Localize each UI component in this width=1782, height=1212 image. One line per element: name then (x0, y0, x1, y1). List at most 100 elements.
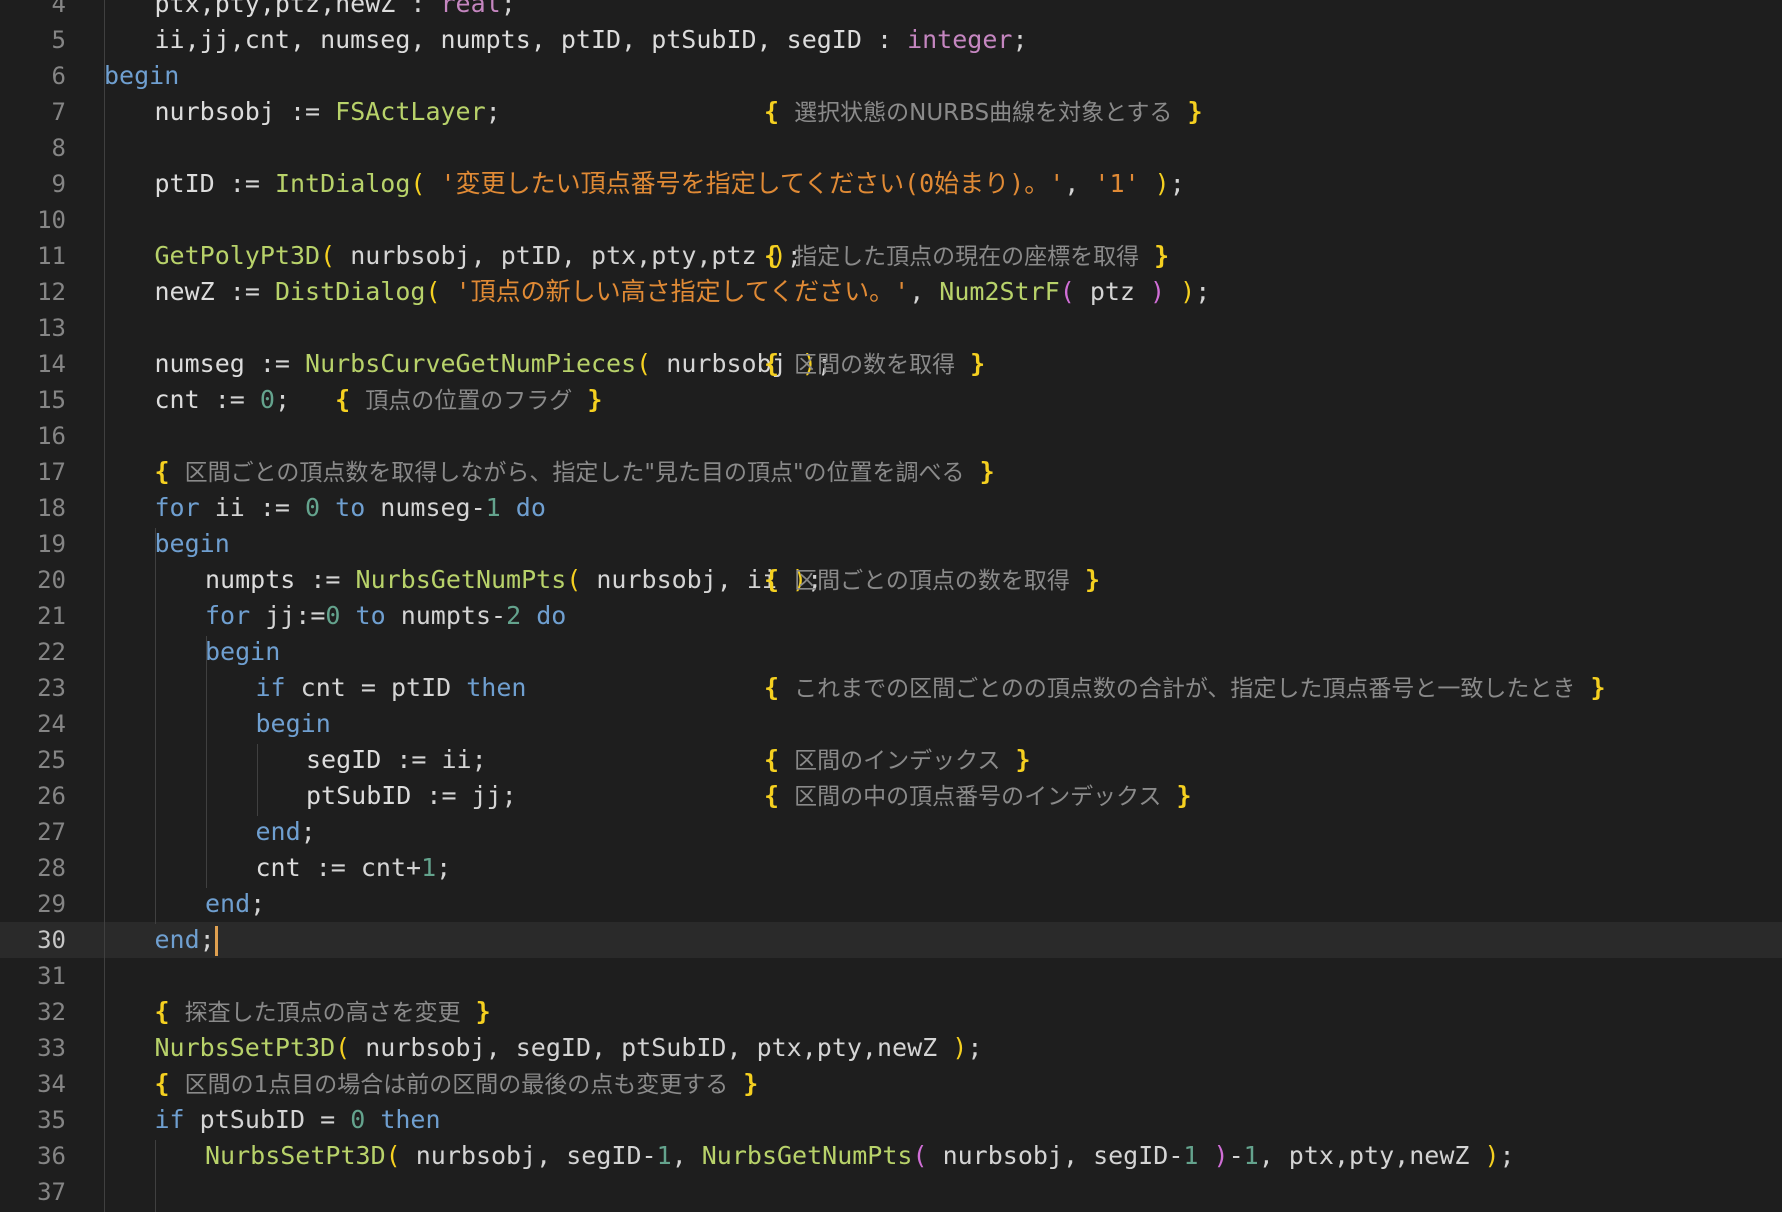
code-line[interactable]: 6 begin (0, 58, 1782, 94)
code-token: numpts (205, 565, 296, 594)
comment-brace: { (764, 349, 795, 378)
trailing-comment: { 区間の数を取得 } (764, 349, 985, 378)
code-line[interactable]: 30 end; (0, 922, 1782, 958)
code-line[interactable]: 22 begin (0, 634, 1782, 670)
code-line[interactable]: 16 (0, 418, 1782, 454)
code-token: 0 (259, 385, 275, 414)
code-token: ; (1499, 1141, 1515, 1170)
code-token: for (205, 601, 251, 630)
code-token: nurbsobj, ii (581, 565, 793, 594)
line-number: 27 (37, 818, 66, 846)
code-line[interactable]: 8 (0, 130, 1782, 166)
code-line[interactable]: 19 begin (0, 526, 1782, 562)
code-token: begin (205, 637, 281, 666)
code-line[interactable]: 29 end; (0, 886, 1782, 922)
code-line[interactable]: 24 begin (0, 706, 1782, 742)
line-number: 20 (37, 566, 66, 594)
code-line[interactable]: 25 segID := ii; { 区間のインデックス } (0, 742, 1782, 778)
comment-text: 探査した頂点の高さを変更 (184, 1000, 461, 1026)
code-token: do (536, 601, 567, 630)
comment-column: { 選択状態のNURBS曲線を対象とする } (764, 94, 1203, 131)
code-token: to (355, 601, 386, 630)
code-line[interactable]: 34 { 区間の1点目の場合は前の区間の最後の点も変更する } (0, 1066, 1782, 1102)
line-number: 15 (37, 386, 66, 414)
code-line[interactable]: 4 ptx,pty,ptz,newZ : real; (0, 0, 1782, 22)
code-token: numseg- (365, 493, 486, 522)
comment-brace: } (1000, 745, 1031, 774)
code-token: '変更したい頂点番号を指定してください(0始まり)。' (440, 169, 1065, 198)
code-token: := (295, 565, 356, 594)
trailing-comment: { 区間のインデックス } (764, 745, 1031, 774)
code-token: ; (485, 97, 501, 126)
code-line[interactable]: 15 cnt := 0; { 頂点の位置のフラグ } (0, 382, 1782, 418)
code-line[interactable]: 26 ptSubID := jj; { 区間の中の頂点番号のインデックス } (0, 778, 1782, 814)
line-number: 14 (37, 350, 66, 378)
code-line[interactable]: 33 NurbsSetPt3D( nurbsobj, segID, ptSubID… (0, 1030, 1782, 1066)
code-content: segID := ii; (306, 742, 487, 778)
code-line[interactable]: 23 if cnt = ptID then { これまでの区間ごとのの頂点数の合計が… (0, 670, 1782, 706)
code-token: ) (1150, 277, 1166, 306)
line-number: 28 (37, 854, 66, 882)
code-token: numpts- (385, 601, 507, 630)
line-number: 24 (37, 710, 66, 738)
code-line[interactable]: 18 for ii := 0 to numseg-1 do (0, 490, 1782, 526)
code-line[interactable]: 12 newZ := DistDialog( '頂点の新しい高さ指定してください。… (0, 274, 1782, 310)
code-line[interactable]: 14 numseg := NurbsCurveGetNumPieces( nurb… (0, 346, 1782, 382)
code-content: numseg := NurbsCurveGetNumPieces( nurbso… (155, 346, 832, 382)
code-token: nurbsobj, ptID, ptx,pty,ptz (335, 241, 772, 270)
code-token: nurbsobj, segID- (927, 1141, 1184, 1170)
code-token: if (255, 673, 286, 702)
code-line[interactable]: 7 nurbsobj := FSActLayer; { 選択状態のNURBS曲線を対… (0, 94, 1782, 130)
line-number: 9 (51, 170, 66, 198)
code-token: begin (154, 529, 230, 558)
code-line[interactable]: 10 (0, 202, 1782, 238)
trailing-comment: { 区間の中の頂点番号のインデックス } (764, 781, 1192, 810)
comment-brace: } (1575, 673, 1606, 702)
trailing-comment: { 区間ごとの頂点の数を取得 } (764, 565, 1100, 594)
code-token: ; (1012, 25, 1028, 54)
code-line[interactable]: 13 (0, 310, 1782, 346)
code-line[interactable]: 5 ii,jj,cnt, numseg, numpts, ptID, ptSubI… (0, 22, 1782, 58)
comment-brace: { (764, 745, 795, 774)
code-token: begin (104, 61, 180, 90)
comment-brace: { (764, 97, 795, 126)
code-line[interactable]: 28 cnt := cnt+1; (0, 850, 1782, 886)
code-editor[interactable]: 4 ptx,pty,ptz,newZ : real; 5 ii,jj,cnt, num… (0, 0, 1782, 1212)
code-token: cnt (154, 385, 200, 414)
code-token: , (671, 1141, 702, 1170)
code-line[interactable]: 31 (0, 958, 1782, 994)
code-line[interactable]: 11 GetPolyPt3D( nurbsobj, ptID, ptx,pty,p… (0, 238, 1782, 274)
code-token: end (205, 889, 251, 918)
comment-text: 頂点の位置のフラグ (365, 388, 573, 414)
code-line[interactable]: 36 NurbsSetPt3D( nurbsobj, segID-1, Nurbs… (0, 1138, 1782, 1174)
code-line[interactable]: 27 end; (0, 814, 1782, 850)
code-content: begin (155, 526, 230, 562)
code-line[interactable]: 17 { 区間ごとの頂点数を取得しながら、指定した"見た目の頂点"の位置を調べる … (0, 454, 1782, 490)
inline-comment: { 区間ごとの頂点数を取得しながら、指定した"見た目の頂点"の位置を調べる } (155, 457, 995, 486)
code-line[interactable]: 35 if ptSubID = 0 then (0, 1102, 1782, 1138)
code-token: - (1228, 1141, 1244, 1170)
indent-guide (155, 1140, 156, 1212)
code-line[interactable]: 21 for jj:=0 to numpts-2 do (0, 598, 1782, 634)
code-token: ptSubID = (184, 1105, 351, 1134)
code-token: := (214, 169, 275, 198)
code-line[interactable]: 9 ptID := IntDialog( '変更したい頂点番号を指定してください(… (0, 166, 1782, 202)
comment-column: { 区間のインデックス } (764, 742, 1031, 779)
code-content: numpts := NurbsGetNumPts( nurbsobj, ii )… (205, 562, 822, 598)
line-number: 26 (37, 782, 66, 810)
code-token: ; (967, 1033, 983, 1062)
code-line[interactable]: 37 (0, 1174, 1782, 1210)
code-line[interactable]: 32 { 探査した頂点の高さを変更 } (0, 994, 1782, 1030)
comment-text: 区間ごとの頂点の数を取得 (794, 568, 1070, 594)
code-line[interactable]: 20 numpts := NurbsGetNumPts( nurbsobj, ii… (0, 562, 1782, 598)
code-token: : (395, 0, 441, 18)
line-number: 5 (51, 26, 66, 54)
text-cursor (214, 926, 218, 956)
code-token: ; (300, 817, 316, 846)
code-token: DistDialog (274, 277, 426, 306)
line-number: 33 (37, 1034, 66, 1062)
comment-brace: } (1161, 781, 1192, 810)
